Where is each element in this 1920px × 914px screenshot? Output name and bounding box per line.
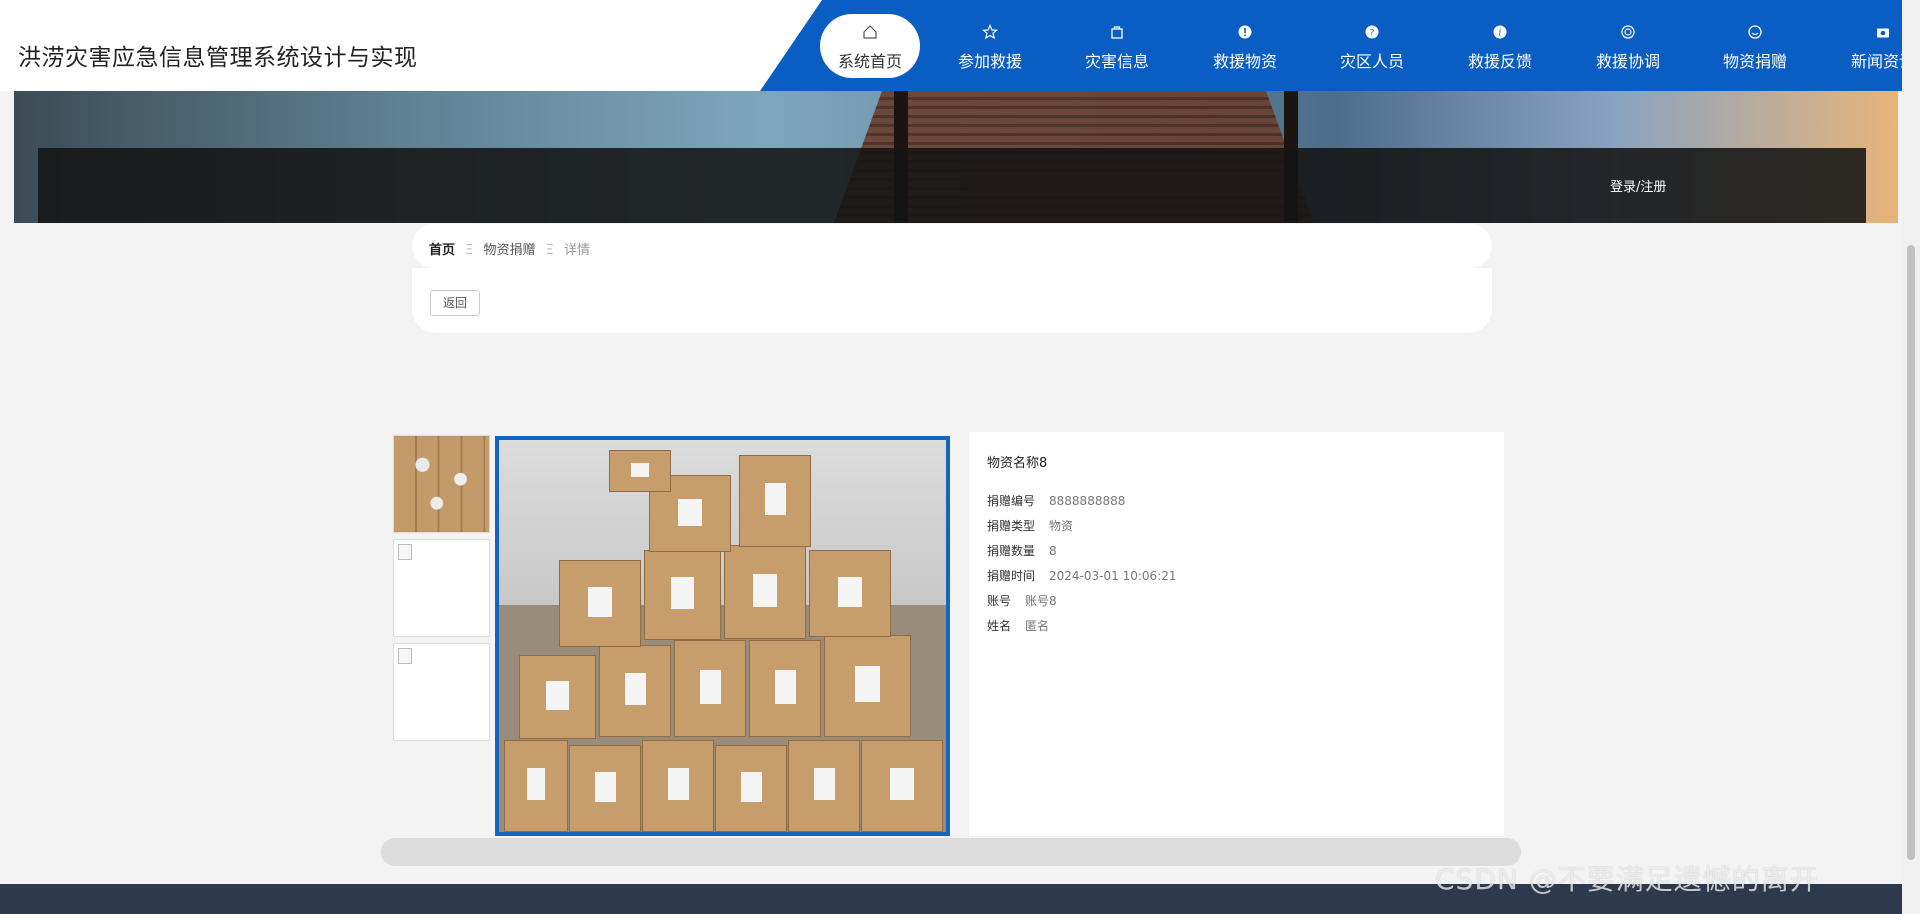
info-row-donation-quantity: 捐赠数量 8 — [987, 542, 1057, 559]
thumbnail-image[interactable] — [393, 539, 490, 637]
question-icon: ? — [1322, 24, 1422, 44]
info-row-donation-number: 捐赠编号 8888888888 — [987, 492, 1125, 509]
nav-label: 系统首页 — [837, 52, 902, 71]
nav-item-rescue-coordination[interactable]: 救援协调 — [1578, 14, 1678, 78]
detail-info-panel: 物资名称8 捐赠编号 8888888888 捐赠类型 物资 捐赠数量 8 捐赠时间 20… — [969, 432, 1504, 836]
smile-icon — [1705, 24, 1805, 44]
field-label: 捐赠时间 — [987, 569, 1036, 583]
image-box — [715, 745, 787, 832]
field-label: 捐赠类型 — [987, 519, 1036, 533]
image-box — [519, 655, 596, 739]
svg-text:?: ? — [1370, 29, 1375, 39]
item-name: 物资名称8 — [987, 456, 1048, 471]
top-header: 洪涝灾害应急信息管理系统设计与实现 系统首页 参加救援 灾害信息 救援物资 ? … — [0, 0, 1902, 91]
nav-label: 灾害信息 — [1084, 52, 1149, 71]
nav-label: 救援协调 — [1595, 52, 1660, 71]
field-value: 匿名 — [1025, 619, 1050, 633]
thumbnail-image[interactable] — [393, 643, 490, 741]
info-icon: i — [1450, 24, 1550, 44]
nav-item-rescue-feedback[interactable]: i 救援反馈 — [1450, 14, 1550, 78]
main-product-image[interactable] — [495, 436, 950, 836]
field-label: 捐赠数量 — [987, 544, 1036, 558]
field-label: 账号 — [987, 594, 1012, 608]
field-value: 8888888888 — [1049, 494, 1126, 508]
image-box — [788, 740, 860, 832]
field-label: 捐赠编号 — [987, 494, 1036, 508]
nav-item-affected-people[interactable]: ? 灾区人员 — [1322, 14, 1422, 78]
nav-item-join-rescue[interactable]: 参加救援 — [940, 14, 1040, 78]
nav-item-home[interactable]: 系统首页 — [820, 14, 920, 78]
nav-label: 新闻资讯 — [1850, 52, 1902, 71]
breadcrumb-current: 详情 — [564, 243, 591, 258]
watermark: CSDN @不要满足遗憾的离开 — [1435, 863, 1819, 896]
broken-image-icon — [398, 648, 412, 664]
nav-container: 系统首页 参加救援 灾害信息 救援物资 ? 灾区人员 i 救援反馈 救援协调 物… — [0, 0, 1902, 91]
back-bar: 返回 — [412, 268, 1492, 333]
field-label: 姓名 — [987, 619, 1012, 633]
info-row-account: 账号 账号8 — [987, 592, 1057, 609]
image-box — [861, 740, 943, 832]
nav-label: 灾区人员 — [1339, 52, 1404, 71]
image-box — [599, 645, 671, 737]
image-box — [504, 740, 568, 832]
image-box — [824, 635, 911, 737]
bag-icon — [1067, 24, 1167, 44]
broken-image-icon — [398, 544, 412, 560]
field-value: 账号8 — [1025, 594, 1057, 608]
nav-item-news[interactable]: 新闻资讯 — [1833, 14, 1902, 78]
star-icon — [940, 24, 1040, 44]
login-register-link[interactable]: 登录/注册 — [1610, 176, 1666, 195]
image-box — [559, 560, 641, 647]
image-box — [569, 745, 641, 832]
hero-banner — [14, 91, 1898, 223]
breadcrumb-section[interactable]: 物资捐赠 — [484, 243, 536, 258]
image-box — [609, 450, 671, 492]
image-box — [739, 455, 811, 547]
banner-overlay — [38, 148, 1866, 223]
nav-label: 参加救援 — [957, 52, 1022, 71]
breadcrumb-separator: Ξ — [545, 243, 554, 258]
home-icon — [820, 24, 920, 44]
nav-item-disaster-info[interactable]: 灾害信息 — [1067, 14, 1167, 78]
vertical-scrollbar[interactable] — [1902, 0, 1920, 914]
image-box — [642, 740, 714, 832]
breadcrumb: 首页 Ξ 物资捐赠 Ξ 详情 — [429, 239, 596, 258]
image-box — [724, 545, 806, 639]
breadcrumb-separator: Ξ — [465, 243, 474, 258]
field-value: 8 — [1049, 544, 1057, 558]
svg-text:i: i — [1499, 29, 1502, 39]
alert-icon — [1195, 24, 1295, 44]
camera-icon — [1833, 24, 1902, 44]
image-box — [749, 640, 821, 737]
image-box — [644, 550, 721, 640]
nav-label: 救援物资 — [1212, 52, 1277, 71]
image-box — [809, 550, 891, 637]
field-value: 2024-03-01 10:06:21 — [1049, 569, 1177, 583]
breadcrumb-home[interactable]: 首页 — [429, 243, 455, 258]
info-row-name: 姓名 匿名 — [987, 617, 1049, 634]
info-row-donation-time: 捐赠时间 2024-03-01 10:06:21 — [987, 567, 1176, 584]
info-row-donation-type: 捐赠类型 物资 — [987, 517, 1073, 534]
nav-label: 物资捐赠 — [1722, 52, 1787, 71]
image-box — [674, 640, 746, 737]
section-bottom-bar — [381, 838, 1521, 866]
field-value: 物资 — [1049, 519, 1074, 533]
nav-label: 救援反馈 — [1467, 52, 1532, 71]
nav-item-material-donation[interactable]: 物资捐赠 — [1705, 14, 1805, 78]
thumbnail-image[interactable] — [393, 435, 490, 533]
scrollbar-thumb[interactable] — [1907, 245, 1915, 860]
globe-icon — [1578, 24, 1678, 44]
nav-item-rescue-supplies[interactable]: 救援物资 — [1195, 14, 1295, 78]
breadcrumb-bar: 首页 Ξ 物资捐赠 Ξ 详情 — [412, 224, 1492, 268]
back-button[interactable]: 返回 — [430, 290, 480, 316]
